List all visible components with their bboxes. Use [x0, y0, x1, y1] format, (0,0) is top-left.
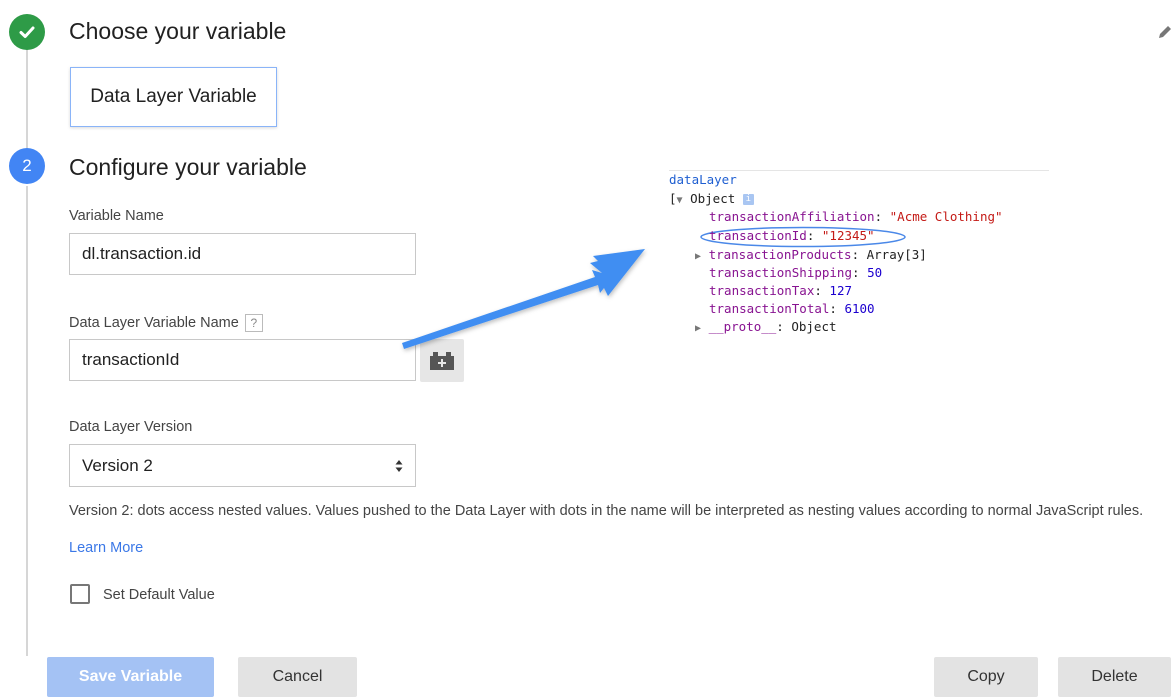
console-object-row: [▼ Object i	[669, 190, 754, 210]
info-icon: i	[742, 194, 754, 205]
select-arrows-icon	[395, 459, 403, 472]
console-prop-row-highlighted: transactionId: "12345"	[709, 228, 875, 243]
help-icon[interactable]: ?	[244, 314, 263, 332]
console-object-label: Object	[690, 191, 736, 206]
step-complete-icon	[9, 14, 45, 50]
step-number-badge: 2	[9, 148, 45, 184]
prop-value: "Acme Clothing"	[889, 209, 1003, 224]
variable-name-label: Variable Name	[69, 208, 164, 224]
dl-version-description: Version 2: dots access nested values. Va…	[69, 493, 1169, 567]
step-connector-line	[26, 186, 28, 656]
prop-value: 6100	[844, 301, 875, 316]
annotation-arrow	[402, 249, 645, 349]
save-variable-button[interactable]: Save Variable	[47, 657, 214, 697]
cancel-button[interactable]: Cancel	[238, 657, 357, 697]
dl-version-label: Data Layer Version	[69, 419, 193, 435]
collapsed-triangle-icon[interactable]: ▶	[695, 323, 701, 334]
prop-key: transactionTotal	[709, 301, 830, 316]
prop-value: 50	[867, 265, 883, 280]
dl-variable-name-input[interactable]: transactionId	[69, 339, 416, 381]
dl-version-select[interactable]: Version 2	[69, 444, 416, 487]
step1-title: Choose your variable	[69, 18, 287, 44]
learn-more-link[interactable]: Learn More	[69, 540, 143, 556]
delete-button[interactable]: Delete	[1058, 657, 1171, 697]
step2-title: Configure your variable	[69, 154, 307, 180]
dl-version-description-text: Version 2: dots access nested values. Va…	[69, 503, 1144, 519]
prop-key: transactionProducts	[708, 247, 852, 262]
variable-name-input[interactable]: dl.transaction.id	[69, 233, 416, 275]
prop-value: Object	[791, 319, 837, 334]
prop-key: transactionShipping	[709, 265, 852, 280]
console-prop-row: transactionTax: 127	[709, 283, 852, 298]
dl-version-selected: Version 2	[82, 455, 153, 475]
console-prop-row: ▶ __proto__: Object	[695, 319, 837, 334]
default-value-label: Set Default Value	[103, 587, 215, 603]
variable-type-card[interactable]: Data Layer Variable	[70, 67, 277, 127]
console-title: dataLayer	[669, 172, 737, 187]
dl-variable-name-label: Data Layer Variable Name?	[69, 314, 263, 332]
prop-value: "12345"	[821, 228, 875, 243]
expanded-triangle-icon[interactable]: ▼	[677, 195, 683, 206]
console-prop-row: transactionAffiliation: "Acme Clothing"	[709, 209, 1003, 224]
prop-value: 127	[829, 283, 852, 298]
prop-key: transactionId	[709, 228, 807, 243]
prop-value: Array[3]	[866, 247, 927, 262]
edit-pencil-icon[interactable]	[1156, 24, 1173, 46]
dl-variable-name-label-text: Data Layer Variable Name	[69, 314, 239, 331]
default-value-checkbox[interactable]	[70, 584, 90, 604]
prop-key: transactionTax	[709, 283, 815, 298]
console-prop-row: ▶ transactionProducts: Array[3]	[695, 247, 927, 262]
copy-button[interactable]: Copy	[934, 657, 1038, 697]
console-prop-row: transactionTotal: 6100	[709, 301, 875, 316]
prop-key: __proto__	[708, 319, 777, 334]
console-prop-row: transactionShipping: 50	[709, 265, 883, 280]
prop-key: transactionAffiliation	[709, 209, 875, 224]
step-connector-line	[26, 48, 28, 148]
collapsed-triangle-icon[interactable]: ▶	[695, 251, 701, 262]
